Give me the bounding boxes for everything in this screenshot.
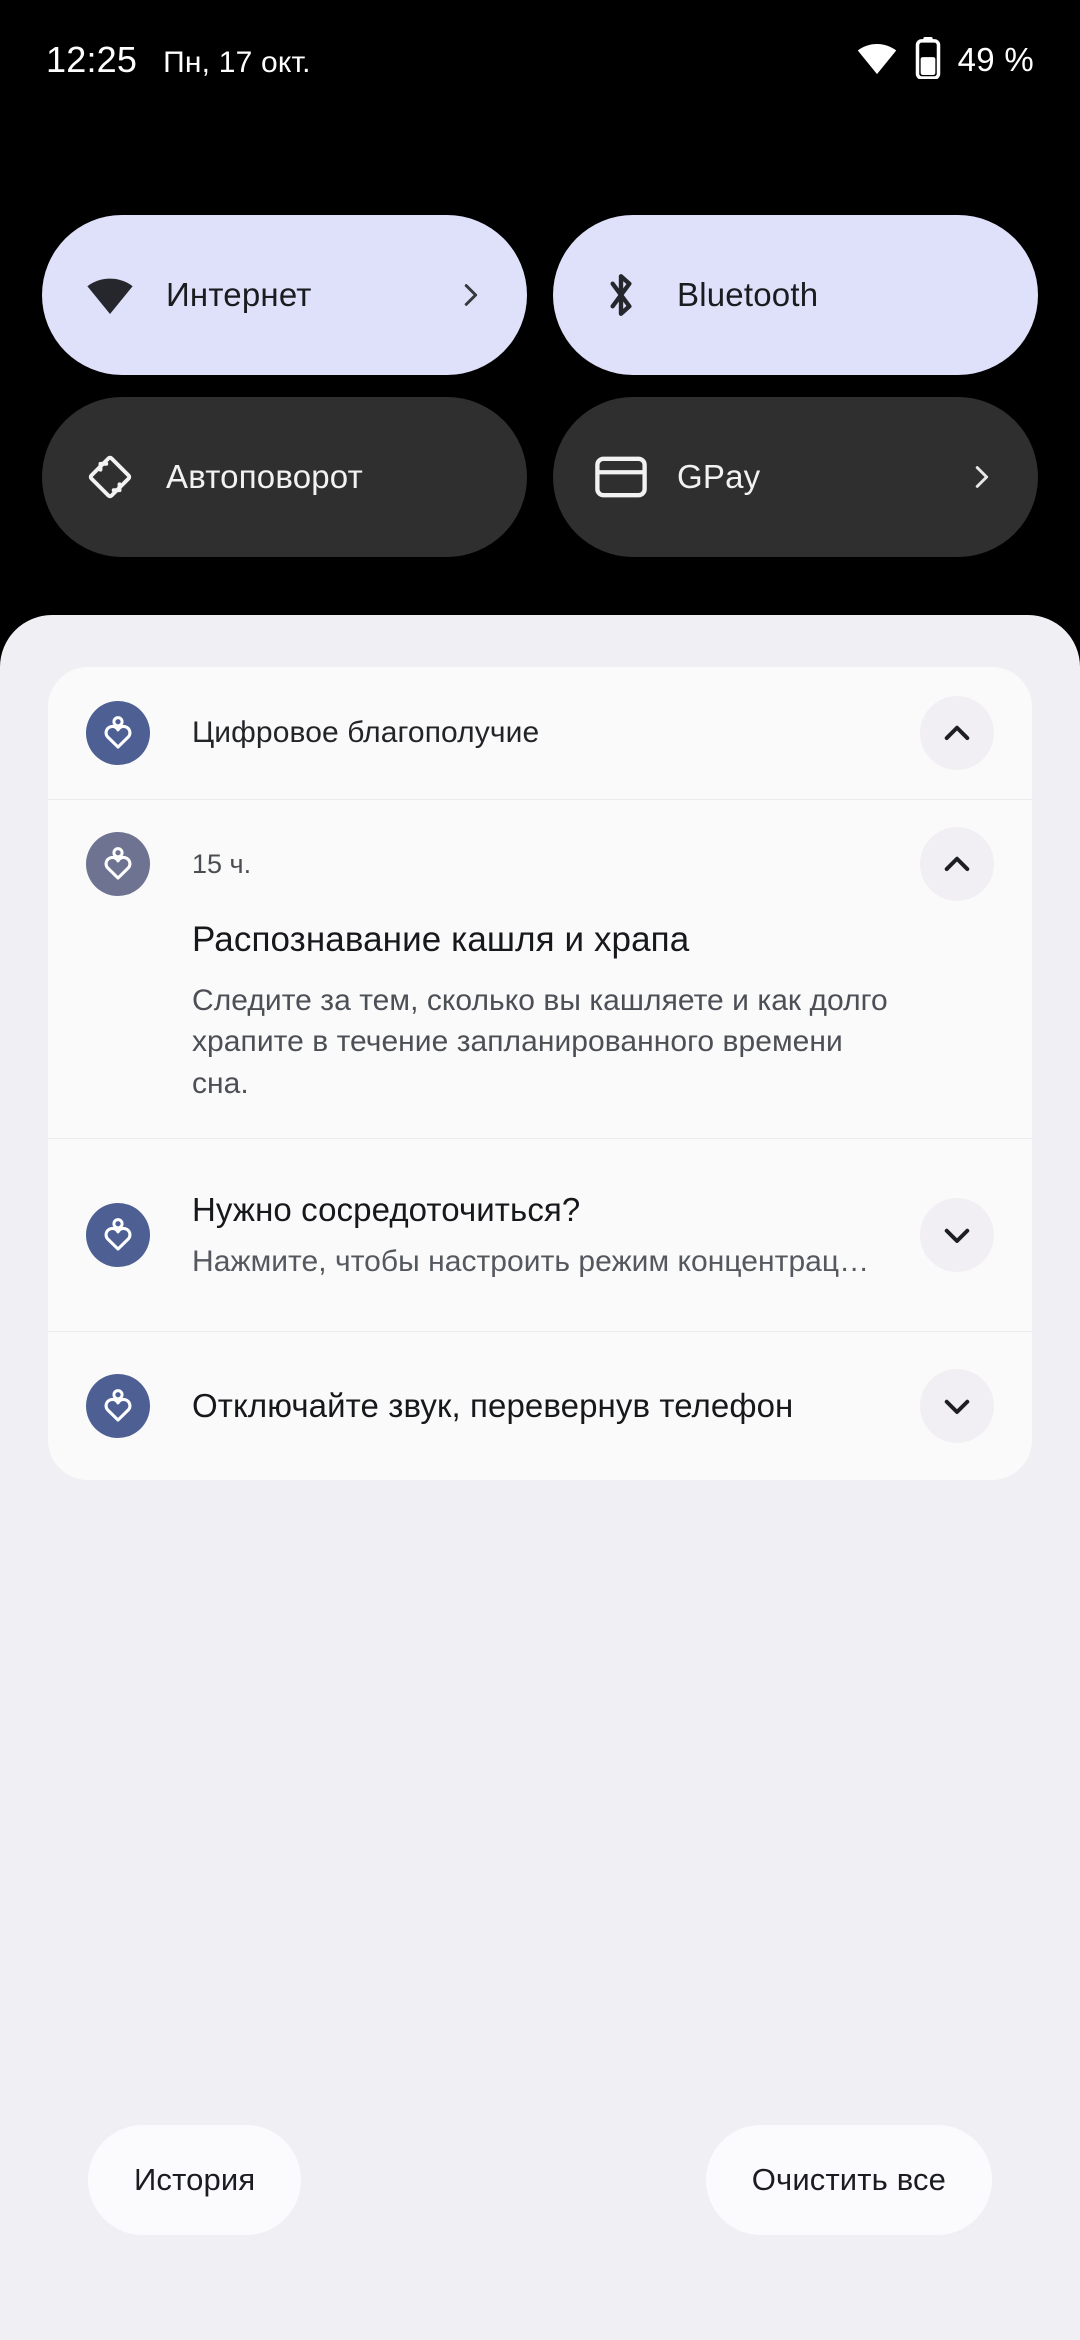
android-notification-shade: 12:25 Пн, 17 окт. 49 % Интернет Bluetoot… bbox=[0, 0, 1080, 2340]
notification-card: Цифровое благополучие 15 ч. Распознавани… bbox=[48, 667, 1032, 1481]
qs-tile-label: Автоповорот bbox=[166, 458, 363, 495]
qs-tile-auto-rotate[interactable]: Автоповорот bbox=[42, 397, 527, 557]
auto-rotate-icon bbox=[84, 451, 136, 503]
notification-app-name: Цифровое благополучие bbox=[192, 716, 540, 749]
quick-settings-panel: Интернет Bluetooth Автоповорот GPay bbox=[0, 215, 1080, 579]
status-bar-left: 12:25 Пн, 17 окт. bbox=[46, 39, 311, 81]
digital-wellbeing-icon bbox=[86, 1203, 150, 1268]
chevron-right-icon bbox=[966, 462, 996, 492]
chevron-up-icon[interactable] bbox=[920, 827, 994, 901]
notification-footer-actions: История Очистить все bbox=[88, 2125, 992, 2235]
battery-percent: 49 % bbox=[957, 41, 1034, 78]
status-clock: 12:25 bbox=[46, 39, 138, 80]
qs-tile-internet[interactable]: Интернет bbox=[42, 215, 527, 375]
qs-tile-label: GPay bbox=[677, 458, 761, 495]
quick-settings-row-2: Автоповорот GPay bbox=[42, 397, 1038, 557]
notification-item-focus-mode[interactable]: Нужно сосредоточиться? Нажмите, чтобы на… bbox=[48, 1138, 1032, 1331]
chevron-down-icon[interactable] bbox=[920, 1198, 994, 1273]
digital-wellbeing-icon bbox=[86, 1374, 150, 1439]
notification-title: Распознавание кашля и храпа bbox=[192, 920, 690, 959]
notification-timestamp: 15 ч. bbox=[192, 848, 252, 879]
status-date: Пн, 17 окт. bbox=[163, 46, 311, 79]
notification-title: Нужно сосредоточиться? bbox=[192, 1191, 581, 1229]
qs-tile-bluetooth[interactable]: Bluetooth bbox=[553, 215, 1038, 375]
chevron-right-icon bbox=[455, 280, 485, 310]
notification-item-cough-snore[interactable]: 15 ч. Распознавание кашля и храпа Следит… bbox=[48, 799, 1032, 1138]
qs-tile-gpay[interactable]: GPay bbox=[553, 397, 1038, 557]
chevron-down-icon[interactable] bbox=[920, 1369, 994, 1444]
clear-all-button[interactable]: Очистить все bbox=[705, 2125, 992, 2235]
quick-settings-row-1: Интернет Bluetooth bbox=[42, 215, 1038, 375]
notification-body-text: Следите за тем, сколько вы кашляете и ка… bbox=[192, 984, 888, 1100]
notification-group-header[interactable]: Цифровое благополучие bbox=[48, 667, 1032, 799]
history-button[interactable]: История bbox=[88, 2125, 302, 2235]
bluetooth-icon bbox=[595, 269, 647, 321]
digital-wellbeing-icon bbox=[86, 832, 150, 896]
notification-shade-panel: Цифровое благополучие 15 ч. Распознавани… bbox=[0, 615, 1080, 2340]
wifi-icon bbox=[84, 269, 136, 321]
notification-body-text: Нажмите, чтобы настроить режим концентра… bbox=[192, 1245, 870, 1279]
notification-item-flip-to-shhh[interactable]: Отключайте звук, перевернув телефон bbox=[48, 1331, 1032, 1480]
chevron-up-icon[interactable] bbox=[920, 696, 994, 770]
wifi-full-icon bbox=[856, 41, 898, 80]
digital-wellbeing-icon bbox=[86, 701, 150, 765]
credit-card-icon bbox=[595, 451, 647, 503]
notification-title: Отключайте звук, перевернув телефон bbox=[192, 1387, 794, 1425]
battery-icon bbox=[915, 36, 941, 84]
status-bar-right: 49 % bbox=[856, 36, 1034, 84]
qs-tile-label: Bluetooth bbox=[677, 276, 819, 313]
status-bar: 12:25 Пн, 17 окт. 49 % bbox=[0, 0, 1080, 120]
qs-tile-label: Интернет bbox=[166, 276, 312, 313]
